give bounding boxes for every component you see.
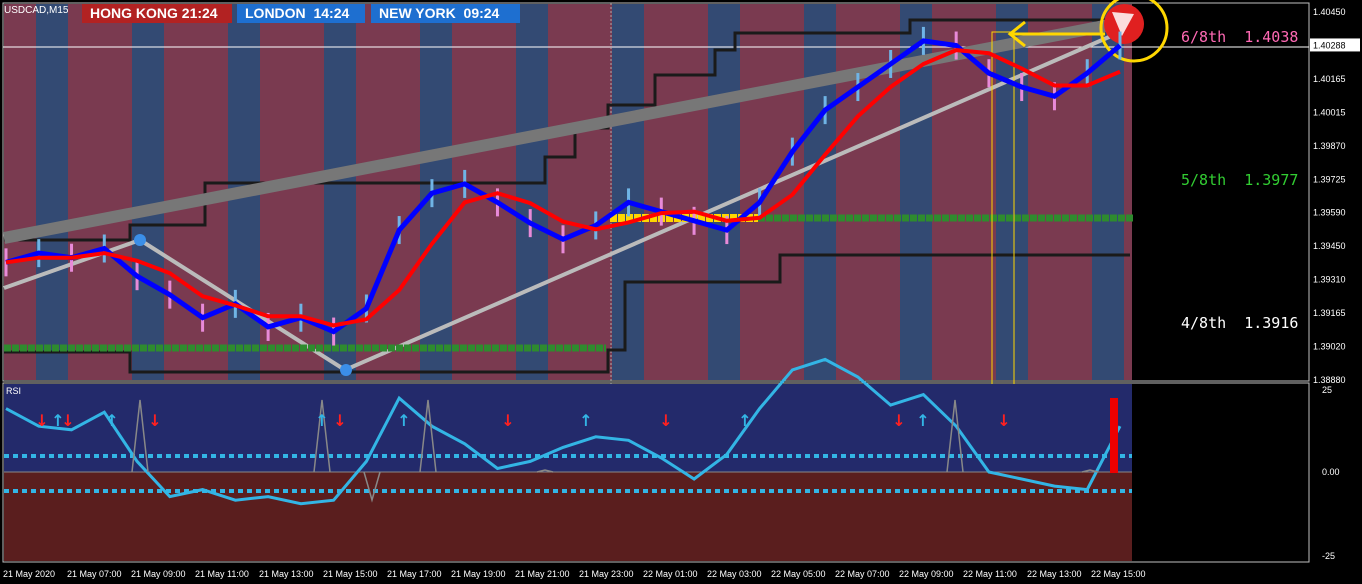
x-tick-label: 22 May 03:00 xyxy=(707,569,762,579)
x-tick-label: 22 May 09:00 xyxy=(899,569,954,579)
x-tick-label: 21 May 09:00 xyxy=(131,569,186,579)
y-tick-label: 1.39870 xyxy=(1313,141,1346,151)
x-tick-label: 21 May 17:00 xyxy=(387,569,442,579)
chart-canvas: ↓ ↓↑ ↑ ↓ ↑ ↓ ↑ ↓ ↑ ↓ ↑ ↓ ↑ ↓ 1.404501.402881.401651.4… xyxy=(2,0,1362,584)
x-tick-label: 22 May 15:00 xyxy=(1091,569,1146,579)
signal-bar xyxy=(1110,398,1118,473)
session-zone xyxy=(580,4,612,380)
x-tick-label: 21 May 11:00 xyxy=(195,569,249,579)
x-tick-label: 22 May 01:00 xyxy=(643,569,698,579)
y-tick-label: 1.40450 xyxy=(1313,7,1346,17)
session-hong-kong: HONG KONG 21:24 xyxy=(82,4,232,23)
murrey-value: 1.3977 xyxy=(1244,171,1299,189)
session-london: LONDON 14:24 xyxy=(237,4,365,23)
session-zone xyxy=(804,4,836,380)
session-city: LONDON xyxy=(245,5,306,21)
x-tick-label: 21 May 2020 xyxy=(3,569,55,579)
y-tick-label: 1.39450 xyxy=(1313,241,1346,251)
murrey-value: 1.4038 xyxy=(1244,28,1299,46)
session-zone xyxy=(388,4,420,380)
up-arrow-icon: ↑ xyxy=(105,411,118,430)
x-tick-label: 21 May 21:00 xyxy=(515,569,570,579)
x-tick-label: 21 May 15:00 xyxy=(323,569,378,579)
down-arrow-icon: ↓ xyxy=(501,411,514,430)
down-arrow-icon: ↓ xyxy=(659,411,672,430)
murrey-6-8: 6/8th 1.4038 xyxy=(1181,28,1298,46)
session-zone xyxy=(964,4,996,380)
rsi-tick-label: 0.00 xyxy=(1322,467,1340,477)
rsi-tick-label: 25 xyxy=(1322,385,1332,395)
session-zone xyxy=(4,4,36,380)
y-tick-label: 1.39020 xyxy=(1313,342,1346,352)
session-zone xyxy=(68,4,100,380)
down-arrow-icon: ↓ xyxy=(333,411,346,430)
rsi-upper-zone xyxy=(4,384,1132,472)
x-tick-label: 22 May 05:00 xyxy=(771,569,826,579)
y-tick-label: 1.39165 xyxy=(1313,308,1346,318)
y-tick-label: 1.40015 xyxy=(1313,107,1346,117)
up-arrow-icon: ↑ xyxy=(315,411,328,430)
down-arrow-icon: ↓ xyxy=(892,411,905,430)
murrey-label: 6/8th xyxy=(1181,28,1227,46)
up-arrow-icon: ↑ xyxy=(51,411,64,430)
session-zone xyxy=(164,4,196,380)
x-tick-label: 22 May 13:00 xyxy=(1027,569,1082,579)
murrey-label: 5/8th xyxy=(1181,171,1227,189)
session-time: 09:24 xyxy=(463,5,500,21)
y-tick-label: 1.38880 xyxy=(1313,375,1346,385)
session-zone xyxy=(516,4,548,380)
session-new-york: NEW YORK 09:24 xyxy=(371,4,520,23)
rsi-tick-label: -25 xyxy=(1322,551,1335,561)
x-tick-label: 21 May 07:00 xyxy=(67,569,122,579)
axis-bg xyxy=(1310,0,1362,584)
rsi-lower-zone xyxy=(4,472,1132,561)
session-zone xyxy=(836,4,868,380)
session-time: 14:24 xyxy=(313,5,350,21)
session-zone xyxy=(772,4,804,380)
x-tick-label: 22 May 07:00 xyxy=(835,569,890,579)
session-zone xyxy=(132,4,164,380)
session-zone xyxy=(548,4,580,380)
session-zone xyxy=(708,4,740,380)
down-arrow-icon: ↓ xyxy=(35,411,48,430)
pivot-marker xyxy=(340,364,352,376)
rsi-panel: ↓ ↓↑ ↑ ↓ ↑ ↓ ↑ ↓ ↑ ↓ ↑ ↓ ↑ ↓ xyxy=(4,357,1132,561)
session-zone xyxy=(644,4,676,380)
up-arrow-icon: ↑ xyxy=(738,411,751,430)
y-tick-label: 1.40165 xyxy=(1313,74,1346,84)
x-tick-label: 22 May 11:00 xyxy=(963,569,1017,579)
down-arrow-icon: ↓ xyxy=(148,411,161,430)
y-tick-label: 1.39590 xyxy=(1313,208,1346,218)
session-zone xyxy=(36,4,68,380)
current-price-label: 1.40288 xyxy=(1313,40,1346,50)
session-zone xyxy=(356,4,388,380)
y-tick-label: 1.39725 xyxy=(1313,174,1346,184)
x-tick-label: 21 May 13:00 xyxy=(259,569,314,579)
x-tick-label: 21 May 23:00 xyxy=(579,569,634,579)
up-arrow-icon: ↑ xyxy=(916,411,929,430)
session-city: NEW YORK xyxy=(379,5,456,21)
session-zones xyxy=(4,4,1132,380)
session-time: 21:24 xyxy=(181,5,218,21)
murrey-value: 1.3916 xyxy=(1244,314,1299,332)
session-zone xyxy=(100,4,132,380)
session-city: HONG KONG xyxy=(90,5,178,21)
y-tick-label: 1.39310 xyxy=(1313,275,1346,285)
murrey-5-8: 5/8th 1.3977 xyxy=(1181,171,1298,189)
symbol-label: USDCAD,M15 xyxy=(4,5,69,16)
murrey-4-8: 4/8th 1.3916 xyxy=(1181,314,1298,332)
up-arrow-icon: ↑ xyxy=(579,411,592,430)
x-tick-label: 21 May 19:00 xyxy=(451,569,506,579)
down-arrow-icon: ↓ xyxy=(997,411,1010,430)
session-zone xyxy=(676,4,708,380)
session-zone xyxy=(1092,4,1124,380)
up-arrow-icon: ↑ xyxy=(397,411,410,430)
murrey-label: 4/8th xyxy=(1181,314,1227,332)
rsi-label: RSI xyxy=(6,386,21,396)
pivot-marker xyxy=(134,234,146,246)
